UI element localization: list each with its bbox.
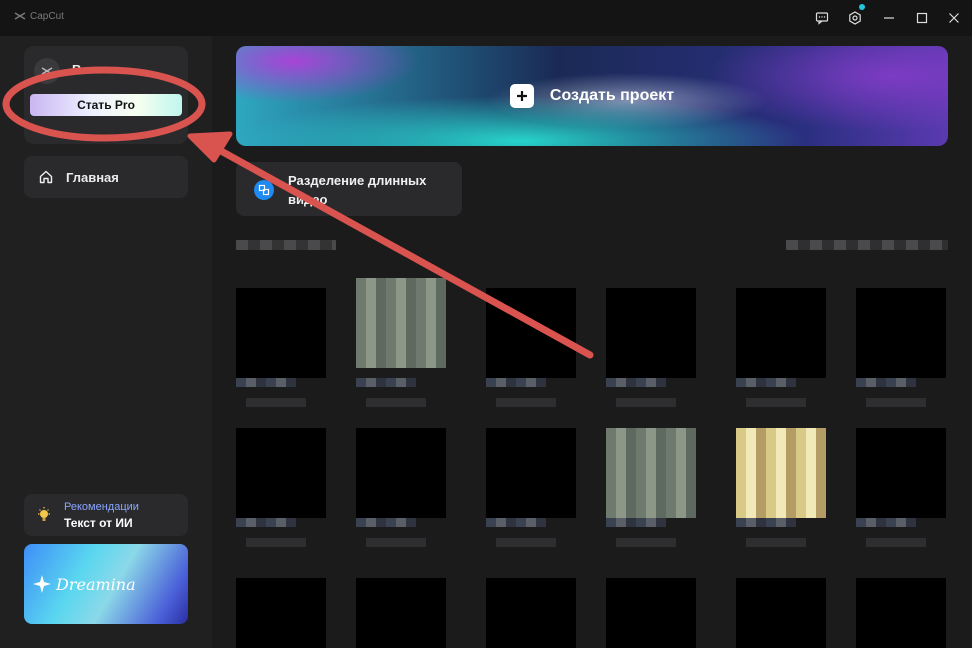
project-name-blurred: [736, 518, 796, 527]
avatar[interactable]: [34, 58, 60, 84]
project-name-blurred: [236, 378, 296, 387]
sidebar: В Стать Pro Главная Рекомендации Текст о…: [0, 36, 212, 648]
project-thumbnail[interactable]: [856, 578, 946, 648]
capcut-avatar-icon: [41, 67, 53, 75]
get-pro-button[interactable]: Стать Pro: [30, 94, 182, 116]
split-long-video-tool[interactable]: Разделение длинных видео: [236, 162, 462, 216]
dreamina-promo-banner[interactable]: Dreamina: [24, 544, 188, 624]
tips-category: Рекомендации: [64, 501, 139, 513]
project-name-blurred: [486, 378, 546, 387]
lightbulb-icon: [38, 507, 50, 521]
main-content: Создать проект Разделение длинных видео: [212, 36, 972, 648]
project-info-blurred: [866, 398, 926, 407]
minimize-icon: [884, 17, 894, 19]
feedback-button[interactable]: [812, 8, 832, 28]
app-title: CapCut: [30, 10, 64, 22]
close-button[interactable]: [944, 8, 964, 28]
profile-card[interactable]: В Стать Pro: [24, 46, 188, 144]
plus-icon: [509, 84, 534, 108]
project-name-blurred: [606, 518, 666, 527]
project-name-blurred: [606, 378, 666, 387]
project-name-blurred: [236, 518, 296, 527]
notification-dot: [859, 4, 865, 10]
split-video-label: Разделение длинных видео: [288, 173, 427, 207]
project-thumbnail[interactable]: [236, 578, 326, 648]
project-thumbnail[interactable]: [606, 578, 696, 648]
create-project-button[interactable]: Создать проект: [236, 46, 948, 146]
minimize-button[interactable]: [879, 8, 899, 28]
project-info-blurred: [496, 398, 556, 407]
project-thumbnail[interactable]: [356, 278, 446, 368]
project-info-blurred: [366, 398, 426, 407]
dreamina-logo-icon: [33, 575, 51, 593]
capcut-logo-icon: [14, 12, 26, 20]
project-thumbnail[interactable]: [236, 428, 326, 518]
project-thumbnail[interactable]: [356, 428, 446, 518]
settings-button[interactable]: [845, 4, 865, 28]
project-name-blurred: [856, 378, 916, 387]
project-info-blurred: [616, 398, 676, 407]
feedback-icon: [815, 12, 829, 25]
project-thumbnail[interactable]: [736, 288, 826, 378]
project-name-blurred: [736, 378, 796, 387]
project-info-blurred: [866, 538, 926, 547]
project-thumbnail[interactable]: [486, 578, 576, 648]
split-video-icon: [254, 180, 274, 200]
project-info-blurred: [246, 398, 306, 407]
dreamina-label: Dreamina: [56, 574, 136, 594]
project-info-blurred: [616, 538, 676, 547]
project-info-blurred: [366, 538, 426, 547]
project-info-blurred: [246, 538, 306, 547]
create-project-label: Создать проект: [549, 87, 675, 104]
project-name-blurred: [856, 518, 916, 527]
settings-icon: [849, 11, 861, 25]
project-info-blurred: [746, 538, 806, 547]
sidebar-item-home[interactable]: Главная: [24, 156, 188, 198]
section-title-blurred: [236, 240, 336, 250]
project-name-blurred: [356, 378, 416, 387]
title-bar: CapCut: [0, 0, 972, 36]
home-icon: [39, 170, 53, 184]
project-name-blurred: [356, 518, 416, 527]
maximize-button[interactable]: [912, 8, 932, 28]
close-icon: [949, 13, 959, 23]
profile-name: В: [72, 62, 82, 77]
sidebar-item-label: Главная: [66, 169, 119, 185]
project-thumbnail[interactable]: [606, 428, 696, 518]
project-thumbnail[interactable]: [486, 288, 576, 378]
section-link-blurred[interactable]: [786, 240, 948, 250]
project-thumbnail[interactable]: [356, 578, 446, 648]
project-thumbnail[interactable]: [736, 578, 826, 648]
project-info-blurred: [496, 538, 556, 547]
app-logo: CapCut: [14, 10, 64, 22]
project-name-blurred: [486, 518, 546, 527]
maximize-icon: [916, 12, 928, 24]
project-thumbnail[interactable]: [736, 428, 826, 518]
project-info-blurred: [746, 398, 806, 407]
project-thumbnail[interactable]: [236, 288, 326, 378]
project-thumbnail[interactable]: [856, 428, 946, 518]
project-thumbnail[interactable]: [486, 428, 576, 518]
tips-card[interactable]: Рекомендации Текст от ИИ: [24, 494, 188, 536]
project-thumbnail[interactable]: [606, 288, 696, 378]
tips-title: Текст от ИИ: [64, 516, 133, 530]
project-thumbnail[interactable]: [856, 288, 946, 378]
